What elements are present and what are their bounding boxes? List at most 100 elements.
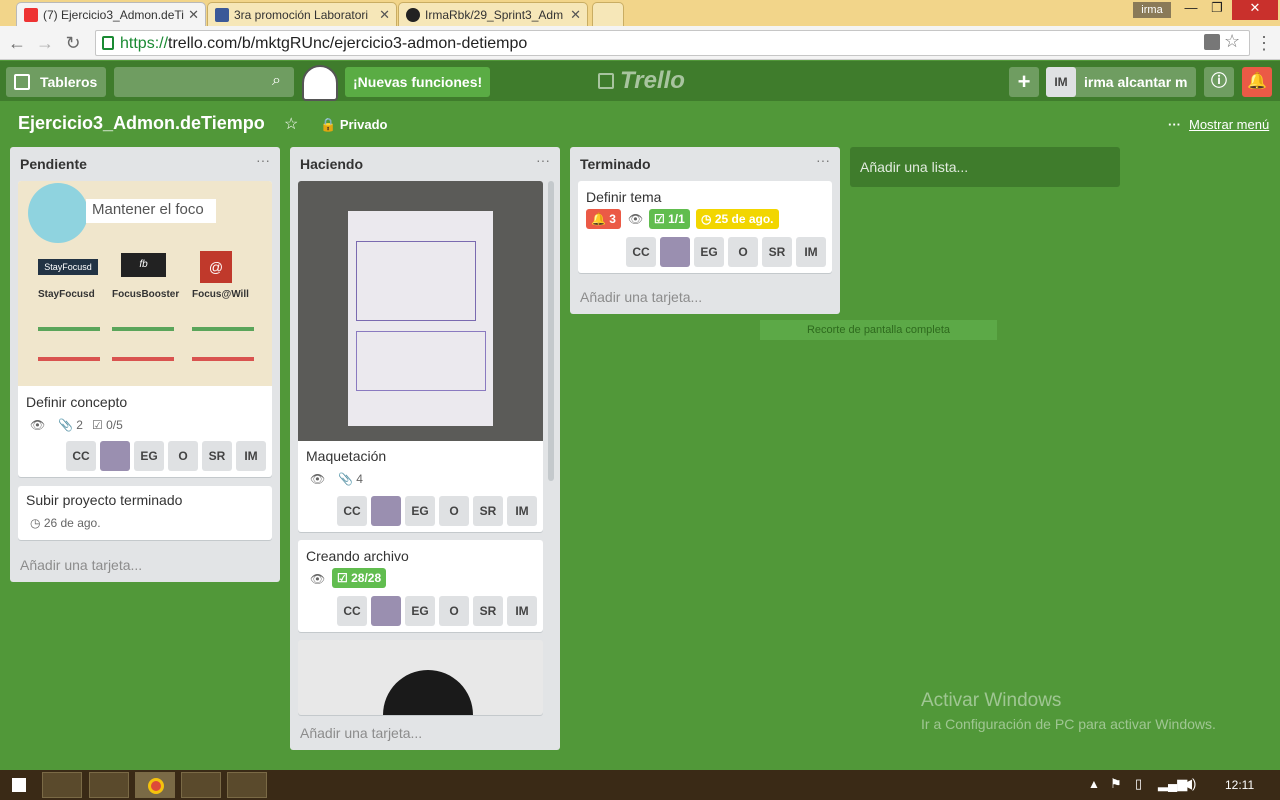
add-card-link[interactable]: Añadir una tarjeta... [20,557,142,573]
browser-tab-trello[interactable]: (7) Ejercicio3_Admon.deTi ✕ [16,2,206,26]
search-input[interactable]: ⌕ [114,67,294,97]
cover-con-bar [112,357,174,361]
browser-tab-facebook[interactable]: 3ra promoción Laboratori ✕ [207,2,397,26]
app-icon[interactable] [89,772,129,798]
card-creando-archivo[interactable]: Creando archivo 👁 ☑ 28/28 CC EG O SR IM [298,540,543,632]
member-avatar-photo[interactable] [100,441,130,471]
member-im[interactable]: IM [796,237,826,267]
url-path: trello.com/b/mktgRUnc/ejercicio3-admon-d… [168,35,528,52]
member-sr[interactable]: SR [473,596,503,626]
member-im[interactable]: IM [507,596,537,626]
file-explorer-icon[interactable] [42,772,82,798]
add-icon[interactable]: + [1009,67,1039,97]
search-icon[interactable]: ⌕ [272,72,281,90]
member-eg[interactable]: EG [405,596,435,626]
logo-text: Trello [620,67,685,94]
member-sr[interactable]: SR [473,496,503,526]
member-cc[interactable]: CC [626,237,656,267]
checklist-complete-badge: ☑ 28/28 [332,568,387,588]
cover-app-1: StayFocusd [38,289,95,300]
cover-con-bar [38,357,100,361]
restore-icon[interactable]: ❐ [1206,0,1228,20]
list-menu-icon[interactable]: ··· [536,152,550,168]
minimize-icon[interactable]: — [1180,0,1202,20]
member-eg[interactable]: EG [134,441,164,471]
watermark-title: Activar Windows [921,690,1062,711]
member-eg[interactable]: EG [694,237,724,267]
list-title[interactable]: Pendiente [20,156,87,172]
checkbox-icon: ☑ [92,418,103,432]
bell-icon: 🔔 [591,212,606,226]
user-menu-button[interactable]: IM irma alcantar m [1046,67,1196,97]
member-o[interactable]: O [439,496,469,526]
close-tab-icon[interactable]: ✕ [570,7,581,23]
star-board-icon[interactable]: ☆ [284,114,298,134]
member-o[interactable]: O [439,596,469,626]
card-definir-tema[interactable]: Definir tema 🔔 3 👁 ☑ 1/1 ◷ 25 de ago. CC… [578,181,832,273]
new-tab-button[interactable] [592,2,624,26]
battery-icon[interactable]: ▯ [1135,776,1142,792]
member-o[interactable]: O [728,237,758,267]
forward-icon[interactable]: → [34,32,56,54]
close-tab-icon[interactable]: ✕ [188,7,199,23]
chrome-menu-icon[interactable]: ⋮ [1253,32,1275,54]
clock[interactable]: 12:11 [1225,778,1254,792]
member-avatar-photo[interactable] [371,596,401,626]
clock-icon: ◷ [701,212,712,226]
trello-logo[interactable]: Trello [598,67,685,95]
member-cc[interactable]: CC [337,496,367,526]
close-window-icon[interactable]: ✕ [1232,0,1278,20]
info-icon[interactable]: ⓘ [1204,67,1234,97]
add-list-button[interactable]: Añadir una lista... [850,147,1120,187]
star-icon[interactable]: ☆ [1224,31,1240,52]
tray-arrow-icon[interactable]: ▲ [1088,777,1100,791]
list-scrollbar[interactable] [548,181,554,481]
notification-bell-icon[interactable]: 🔔 [1242,67,1272,97]
list-menu-icon[interactable]: ··· [256,152,270,168]
member-avatar-photo[interactable] [660,237,690,267]
list-title[interactable]: Haciendo [300,156,363,172]
show-menu-link[interactable]: Mostrar menú [1189,117,1269,132]
add-card-link[interactable]: Añadir una tarjeta... [580,289,702,305]
back-icon[interactable]: ← [6,32,28,54]
boards-button[interactable]: Tableros [6,67,106,97]
tab-label: 3ra promoción Laboratori [234,8,369,22]
cover-heading: Mantener el foco [86,199,216,223]
card-photo-cover[interactable] [298,640,543,715]
member-eg[interactable]: EG [405,496,435,526]
close-tab-icon[interactable]: ✕ [379,7,390,23]
app-icon[interactable] [181,772,221,798]
volume-icon[interactable]: ◀) [1182,776,1196,792]
app-icon[interactable] [227,772,267,798]
menu-dots-icon[interactable]: ··· [1168,117,1181,132]
list-title[interactable]: Terminado [580,156,651,172]
member-o[interactable]: O [168,441,198,471]
browser-tab-github[interactable]: IrmaRbk/29_Sprint3_Adm ✕ [398,2,588,26]
chrome-icon[interactable] [135,772,175,798]
member-im[interactable]: IM [507,496,537,526]
member-cc[interactable]: CC [337,596,367,626]
browser-profile-chip[interactable]: irma [1133,2,1171,18]
member-im[interactable]: IM [236,441,266,471]
member-sr[interactable]: SR [202,441,232,471]
checklist-count: 0/5 [106,418,123,432]
member-avatar-photo[interactable] [371,496,401,526]
card-cover-image: Mantener el foco StayFocusd fb @ StayFoc… [18,181,272,386]
card-subir-proyecto[interactable]: Subir proyecto terminado ◷ 26 de ago. [18,486,272,540]
member-sr[interactable]: SR [762,237,792,267]
card-maquetacion[interactable]: Maquetación 👁 📎 4 CC EG O SR IM [298,181,543,532]
card-definir-concepto[interactable]: Mantener el foco StayFocusd fb @ StayFoc… [18,181,272,477]
reload-icon[interactable]: ↻ [62,32,84,54]
visibility-button[interactable]: 🔒 Privado [320,117,388,133]
new-features-button[interactable]: ¡Nuevas funciones! [345,67,491,97]
tray-flag-icon[interactable]: ⚑ [1110,776,1122,792]
windows-start-icon[interactable] [12,778,26,792]
board-title[interactable]: Ejercicio3_Admon.deTiempo [18,113,265,134]
user-name: irma alcantar m [1084,74,1188,90]
chrome-logo [148,778,164,794]
list-menu-icon[interactable]: ··· [816,152,830,168]
translate-icon[interactable] [1204,34,1220,50]
member-cc[interactable]: CC [66,441,96,471]
add-card-link[interactable]: Añadir una tarjeta... [300,725,422,741]
address-bar[interactable]: https://trello.com/b/mktgRUnc/ejercicio3… [95,30,1250,56]
